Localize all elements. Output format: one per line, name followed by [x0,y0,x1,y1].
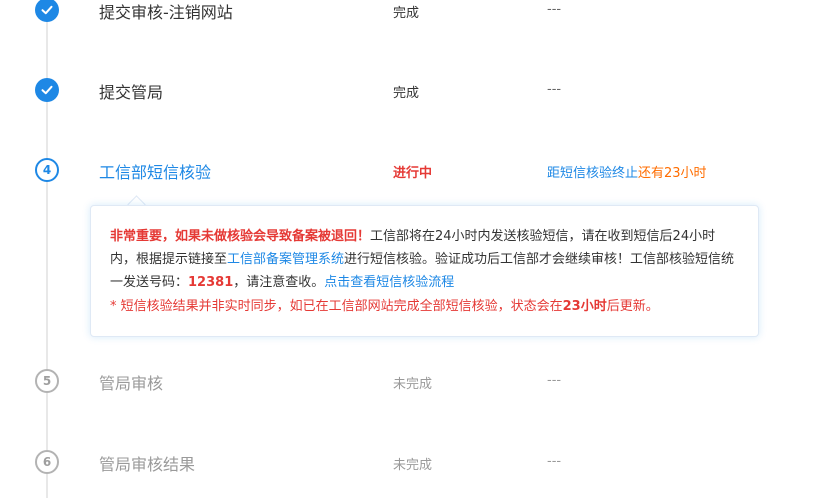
step-status: 未完成 [393,458,433,473]
notice-note: * 短信核验结果并非实时同步，如已在工信部网站完成全部短信核验，状态会在23小时… [110,295,740,318]
step-extra: --- [547,2,562,17]
miit-system-link[interactable]: 工信部备案管理系统 [227,252,344,267]
step-extra: --- [547,454,562,469]
step-submit-bureau: 提交管局 完成 --- [0,70,815,110]
countdown-label: 距短信核验终止 [547,166,639,181]
step-bureau-result: 6 管局审核结果 未完成 --- [0,442,815,482]
step-title: 管局审核结果 [99,455,196,474]
step-sms-verification: 4 工信部短信核验 进行中 距短信核验终止还有23小时 [0,150,815,190]
step-extra: --- [547,82,562,97]
step-status: 进行中 [393,166,433,181]
step-submit-review: 提交审核-注销网站 完成 --- [0,0,815,30]
check-icon [35,78,59,102]
countdown-value: 还有23小时 [638,166,707,181]
step-number-icon: 4 [35,158,59,182]
sms-notice-box: 非常重要，如果未做核验会导致备案被退回！工信部将在24小时内发送核验短信，请在收… [90,205,759,337]
step-title: 工信部短信核验 [99,163,212,182]
step-number-icon: 5 [35,369,59,393]
step-title: 提交审核-注销网站 [99,3,233,22]
step-title: 管局审核 [99,374,164,393]
note-text: 后更新。 [606,299,659,314]
step-extra: --- [547,373,562,388]
step-status: 完成 [393,6,420,21]
sms-phone-number: 12381 [188,275,234,290]
notice-warning: 非常重要，如果未做核验会导致备案被退回！ [110,229,371,244]
check-icon [35,0,59,22]
note-text: * 短信核验结果并非实时同步，如已在工信部网站完成全部短信核验，状态会在 [110,299,563,314]
countdown-text: 距短信核验终止还有23小时 [547,162,707,181]
step-status: 完成 [393,86,420,101]
step-bureau-review: 5 管局审核 未完成 --- [0,361,815,401]
notice-text: ，请注意查收。 [233,275,325,290]
notice-body: 非常重要，如果未做核验会导致备案被退回！工信部将在24小时内发送核验短信，请在收… [110,225,740,294]
step-title: 提交管局 [99,83,164,102]
step-status: 未完成 [393,377,433,392]
note-hours: 23小时 [562,299,607,314]
sms-flow-link[interactable]: 点击查看短信核验流程 [324,275,454,290]
step-number-icon: 6 [35,450,59,474]
